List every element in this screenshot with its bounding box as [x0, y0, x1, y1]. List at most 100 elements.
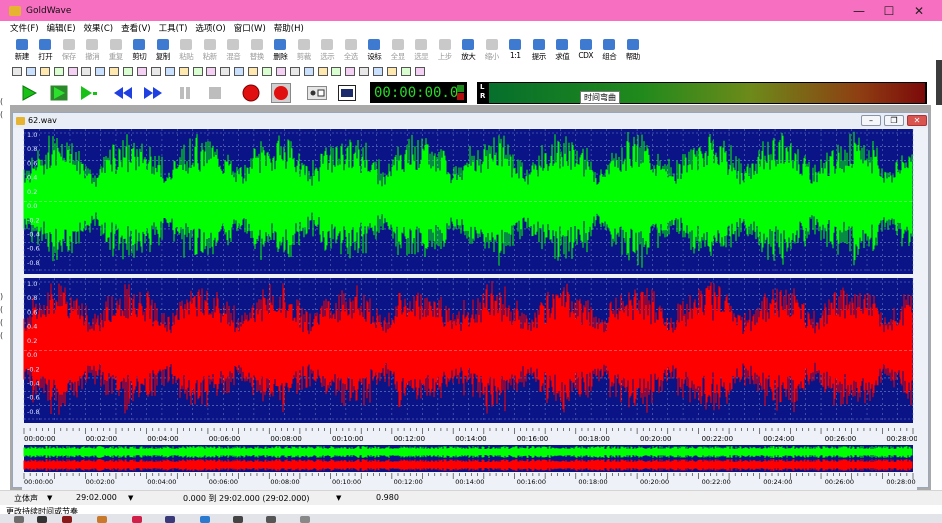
taskbar-app-icon[interactable]	[132, 516, 142, 523]
select-all-button[interactable]: 全选	[339, 37, 363, 63]
pause-icon[interactable]	[172, 82, 198, 104]
view-all-button[interactable]: 全显	[386, 37, 410, 63]
pitch-icon[interactable]	[107, 65, 121, 78]
status-channel[interactable]: 立体声	[14, 493, 38, 504]
menu-item[interactable]: 帮助(H)	[274, 22, 304, 34]
previous-button[interactable]: 上步	[433, 37, 457, 63]
control-properties-icon[interactable]	[304, 82, 330, 104]
pan-icon[interactable]	[343, 65, 357, 78]
silence-icon[interactable]	[232, 65, 246, 78]
fade-in-icon[interactable]	[24, 65, 38, 78]
doppler-icon[interactable]	[121, 65, 135, 78]
rewind-icon[interactable]	[110, 82, 136, 104]
trim-button[interactable]: 剪裁	[292, 37, 316, 63]
reverb-icon[interactable]	[93, 65, 107, 78]
stereo-icon[interactable]	[66, 65, 80, 78]
fast-forward-icon[interactable]	[140, 82, 166, 104]
play-selection-icon[interactable]	[46, 82, 72, 104]
taskbar-app-icon[interactable]	[97, 516, 107, 523]
mechanize-icon[interactable]	[288, 65, 302, 78]
mail-icon[interactable]	[413, 65, 427, 78]
taskbar-app-icon[interactable]	[200, 516, 210, 523]
paste-button[interactable]: 粘贴	[175, 37, 199, 63]
taskbar-app-icon[interactable]	[14, 516, 24, 523]
invert-icon[interactable]	[191, 65, 205, 78]
menu-item[interactable]: 编辑(E)	[47, 22, 76, 34]
combine-button[interactable]: 组合	[598, 37, 622, 63]
taskbar-app-icon[interactable]	[62, 516, 72, 523]
menu-item[interactable]: 工具(T)	[159, 22, 188, 34]
status-length[interactable]: 29:02.000	[76, 493, 117, 502]
cut-button[interactable]: 剪切	[128, 37, 152, 63]
copy-button[interactable]: 复制	[151, 37, 175, 63]
new-button[interactable]: 新建	[10, 37, 34, 63]
redo-button[interactable]: 重复	[104, 37, 128, 63]
fade-out-icon[interactable]	[38, 65, 52, 78]
menu-item[interactable]: 效果(C)	[84, 22, 114, 34]
menu-item[interactable]: 查看(V)	[121, 22, 150, 34]
play-custom-icon[interactable]	[76, 82, 102, 104]
zoom-out-button[interactable]: 缩小	[480, 37, 504, 63]
shape-icon[interactable]	[357, 65, 371, 78]
play-icon[interactable]	[16, 82, 42, 104]
visual-icon[interactable]	[334, 82, 360, 104]
filter-icon[interactable]	[135, 65, 149, 78]
chord-icon[interactable]	[385, 65, 399, 78]
taskbar-app-icon[interactable]	[233, 516, 243, 523]
insert-icon[interactable]	[246, 65, 260, 78]
zoom-in-button[interactable]: 放大	[457, 37, 481, 63]
overview-bar[interactable]: 00:00:00 00:02:00 00:04:00 00:06:00 00:08:00…	[23, 445, 916, 486]
vibrato-icon[interactable]	[399, 65, 413, 78]
chevron-down-icon[interactable]: ▼	[128, 494, 133, 502]
right-channel[interactable]: 1.0 0.8 0.6 0.4 0.2 0.0 -0.2 -0.4 -0.6 -0.8	[23, 278, 914, 423]
playback-rate-icon[interactable]	[274, 65, 288, 78]
document-minimize-button[interactable]: –	[861, 115, 881, 126]
time-warp-icon[interactable]	[260, 65, 274, 78]
taskbar-app-icon[interactable]	[165, 516, 175, 523]
cue-button[interactable]: 提示	[527, 37, 551, 63]
taskbar-app-icon[interactable]	[37, 516, 47, 523]
chevron-down-icon[interactable]: ▼	[336, 494, 341, 502]
echo-icon[interactable]	[79, 65, 93, 78]
mix-button[interactable]: 混音	[222, 37, 246, 63]
undo-button[interactable]: 撤消	[81, 37, 105, 63]
close-button[interactable]: ✕	[907, 0, 931, 21]
show-selection-button[interactable]: 选示	[316, 37, 340, 63]
zoom-1-1-button[interactable]: 1:1	[504, 37, 528, 63]
offset-icon[interactable]	[218, 65, 232, 78]
chevron-down-icon[interactable]: ▼	[47, 494, 52, 502]
menu-item[interactable]: 窗口(W)	[234, 22, 266, 34]
reverse-icon[interactable]	[204, 65, 218, 78]
duck-icon[interactable]	[316, 65, 330, 78]
cd-reader-button[interactable]: CDX	[574, 37, 598, 63]
noise-icon[interactable]	[163, 65, 177, 78]
save-button[interactable]: 保存	[57, 37, 81, 63]
waveform-view[interactable]: 1.0 0.8 0.6 0.4 0.2 0.0 -0.2 -0.4 -0.6 -0.8 1.0 0.8…	[22, 129, 917, 490]
document-close-button[interactable]: ✕	[907, 115, 927, 126]
taskbar-app-icon[interactable]	[300, 516, 310, 523]
maximize-button[interactable]: ☐	[877, 0, 901, 21]
volume-icon[interactable]	[10, 65, 24, 78]
spectrum-icon[interactable]	[371, 65, 385, 78]
mono-icon[interactable]	[52, 65, 66, 78]
replace-button[interactable]: 替换	[245, 37, 269, 63]
taskbar-app-icon[interactable]	[266, 516, 276, 523]
compressor-icon[interactable]	[177, 65, 191, 78]
record-icon[interactable]	[238, 82, 264, 104]
evaluate-button[interactable]: 求值	[551, 37, 575, 63]
open-button[interactable]: 打开	[34, 37, 58, 63]
help-button[interactable]: 帮助	[621, 37, 645, 63]
minimize-button[interactable]: —	[847, 0, 871, 21]
set-marker-button[interactable]: 设标	[363, 37, 387, 63]
document-restore-button[interactable]: ❐	[884, 115, 904, 126]
status-selection[interactable]: 0.000 到 29:02.000 (29:02.000)	[183, 493, 310, 504]
view-selection-button[interactable]: 选显	[410, 37, 434, 63]
record-selection-icon[interactable]	[268, 82, 294, 104]
limit-icon[interactable]	[329, 65, 343, 78]
flanger-icon[interactable]	[302, 65, 316, 78]
menu-item[interactable]: 文件(F)	[10, 22, 39, 34]
menu-item[interactable]: 选项(O)	[195, 22, 225, 34]
left-channel[interactable]: 1.0 0.8 0.6 0.4 0.2 0.0 -0.2 -0.4 -0.6 -0.8	[23, 129, 914, 274]
delete-button[interactable]: 删除	[269, 37, 293, 63]
stop-icon[interactable]	[202, 82, 228, 104]
